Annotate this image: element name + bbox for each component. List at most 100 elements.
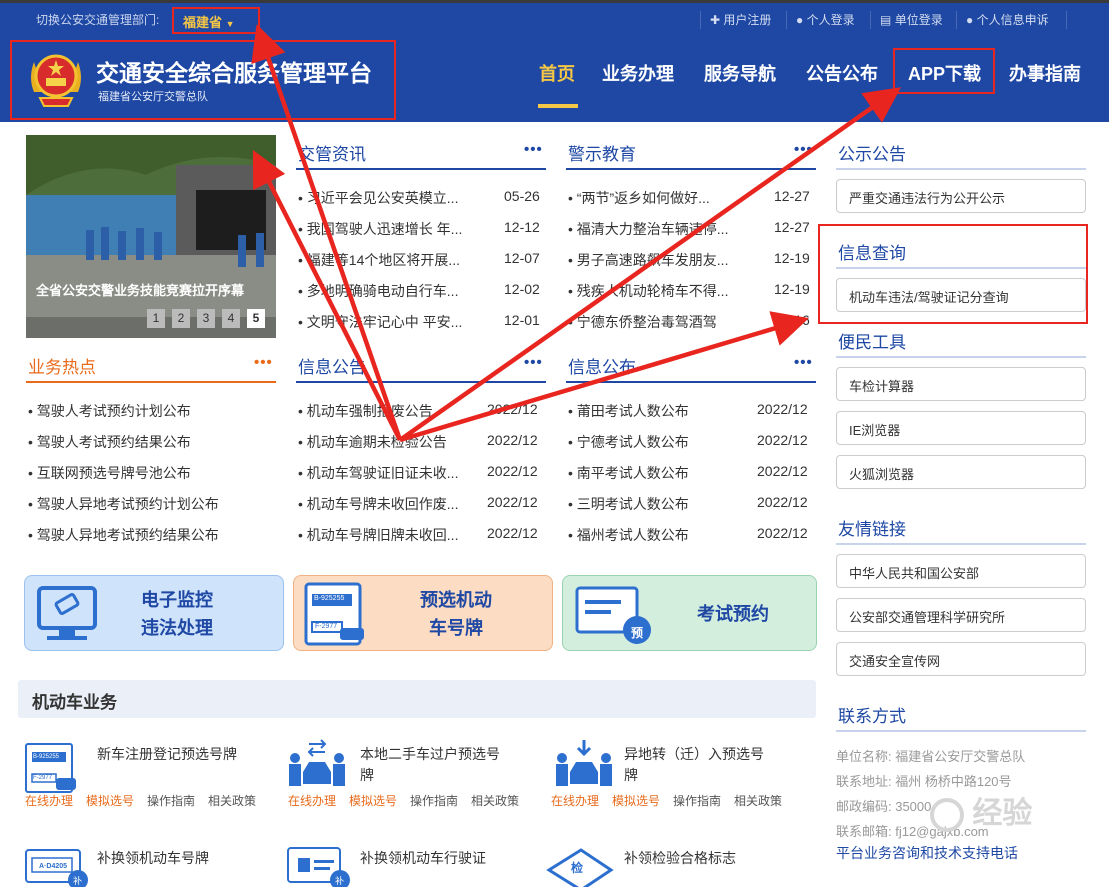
province-value: 福建省 — [183, 15, 223, 30]
ie-browser-link[interactable]: IE浏览器 — [836, 411, 1086, 445]
list-item[interactable]: • 残疾人机动轮椅车不得... — [568, 281, 728, 301]
service-title[interactable]: 异地转（迁）入预选号牌 — [624, 744, 774, 786]
list-item[interactable]: • 男子高速路飙车发朋友... — [568, 250, 728, 270]
publish-item-date: 2022/12 — [757, 463, 808, 479]
list-item[interactable]: • 驾驶人异地考试预约结果公布 — [28, 525, 219, 545]
list-item[interactable]: • 驾驶人考试预约结果公布 — [28, 432, 191, 452]
hot-item-title: 驾驶人考试预约计划公布 — [36, 403, 191, 419]
car-transfer-icon — [289, 739, 345, 786]
nav-service-guide[interactable]: 服务导航 — [704, 60, 776, 86]
service-title[interactable]: 补换领机动车行驶证 — [360, 848, 520, 869]
top-bar: 切换公安交通管理部门: 福建省 ▼ ✚ 用户注册 ● 个人登录 ▤ 单位登录 ●… — [0, 0, 1109, 36]
simulate-select-link[interactable]: 模拟选号 — [612, 792, 660, 809]
appeal-link[interactable]: ● 个人信息申诉 — [966, 11, 1049, 28]
guide-link[interactable]: 操作指南 — [147, 792, 195, 809]
register-link[interactable]: ✚ 用户注册 — [710, 11, 771, 28]
list-item[interactable]: • 福建等14个地区将开展... — [298, 250, 460, 270]
list-item[interactable]: • “两节”返乡如何做好... — [568, 188, 710, 208]
list-item[interactable]: • 福清大力整治车辆违停... — [568, 219, 728, 239]
online-handle-link[interactable]: 在线办理 — [551, 792, 599, 809]
list-item[interactable]: • 文明守法牢记心中 平安... — [298, 312, 462, 332]
policy-link[interactable]: 相关政策 — [471, 792, 519, 809]
simulate-select-link[interactable]: 模拟选号 — [86, 792, 134, 809]
info-item-title: 机动车号牌旧牌未收回... — [306, 527, 459, 543]
carousel-page-4[interactable]: 4 — [222, 309, 240, 328]
user-icon: ● — [796, 13, 804, 27]
news-carousel[interactable]: 全省公安交警业务技能竞赛拉开序幕 1 2 3 4 5 — [26, 135, 276, 338]
list-item[interactable]: • 机动车号牌未收回作废... — [298, 494, 458, 514]
notice-link[interactable]: 严重交通违法行为公开公示 — [836, 179, 1086, 213]
service-title[interactable]: 新车注册登记预选号牌 — [97, 744, 247, 765]
firefox-browser-link[interactable]: 火狐浏览器 — [836, 455, 1086, 489]
publish-item-title: 南平考试人数公布 — [576, 465, 689, 481]
list-item[interactable]: • 习近平会见公安英模立... — [298, 188, 458, 208]
site-title: 交通安全综合服务管理平台 — [96, 60, 372, 86]
list-item[interactable]: • 南平考试人数公布 — [568, 463, 689, 483]
simulate-select-link[interactable]: 模拟选号 — [349, 792, 397, 809]
info-more-icon[interactable]: ••• — [524, 354, 543, 371]
plate-preselect-tile[interactable]: B-925255 F-2977 预选机动 车号牌 — [293, 575, 553, 651]
list-item[interactable]: • 宁德东侨整治毒驾酒驾 — [568, 312, 717, 332]
list-item[interactable]: • 互联网预选号牌号池公布 — [28, 463, 191, 483]
news-more-icon[interactable]: ••• — [524, 141, 543, 158]
personal-login-link[interactable]: ● 个人登录 — [796, 11, 855, 28]
guide-link[interactable]: 操作指南 — [673, 792, 721, 809]
list-item[interactable]: • 驾驶人考试预约计划公布 — [28, 401, 191, 421]
list-item[interactable]: • 机动车驾驶证旧证未收... — [298, 463, 458, 483]
warning-item-title: 男子高速路飙车发朋友... — [576, 252, 729, 268]
policy-link[interactable]: 相关政策 — [734, 792, 782, 809]
license-plate-icon — [304, 582, 364, 646]
list-item[interactable]: • 福州考试人数公布 — [568, 525, 689, 545]
list-item[interactable]: • 三明考试人数公布 — [568, 494, 689, 514]
caret-down-icon: ▼ — [225, 19, 235, 29]
research-institute-link[interactable]: 公安部交通管理科学研究所 — [836, 598, 1086, 632]
brand-highlight[interactable]: 交通安全综合服务管理平台 福建省公安厅交警总队 — [10, 40, 396, 120]
service-title[interactable]: 本地二手车过户预选号牌 — [360, 744, 510, 786]
list-item[interactable]: • 莆田考试人数公布 — [568, 401, 689, 421]
service-title[interactable]: 补换领机动车号牌 — [97, 848, 257, 869]
online-handle-link[interactable]: 在线办理 — [288, 792, 336, 809]
hot-underline — [26, 381, 276, 383]
carousel-page-1[interactable]: 1 — [147, 309, 165, 328]
links-title: 友情链接 — [838, 520, 906, 539]
inspection-calculator-link[interactable]: 车检计算器 — [836, 367, 1086, 401]
online-handle-link[interactable]: 在线办理 — [25, 792, 73, 809]
list-item[interactable]: • 多地明确骑电动自行车... — [298, 281, 458, 301]
carousel-page-2[interactable]: 2 — [172, 309, 190, 328]
nav-business[interactable]: 业务办理 — [602, 60, 674, 86]
query-underline — [836, 267, 1086, 269]
list-item[interactable]: • 机动车逾期未检验公告 — [298, 432, 447, 452]
list-item[interactable]: • 宁德考试人数公布 — [568, 432, 689, 452]
service-title[interactable]: 补领检验合格标志 — [624, 848, 784, 869]
carousel-caption: 全省公安交警业务技能竞赛拉开序幕 — [36, 283, 245, 298]
publish-title: 信息公布 — [568, 358, 636, 377]
hot-title: 业务热点 — [28, 358, 96, 377]
contact-support-link[interactable]: 平台业务咨询和技术支持电话 — [836, 843, 1018, 863]
list-item[interactable]: • 机动车强制报废公告 — [298, 401, 433, 421]
list-item[interactable]: • 驾驶人异地考试预约计划公布 — [28, 494, 219, 514]
list-item[interactable]: • 机动车号牌旧牌未收回... — [298, 525, 458, 545]
unit-login-link[interactable]: ▤ 单位登录 — [880, 11, 943, 28]
nav-home[interactable]: 首页 — [539, 60, 575, 86]
warning-item-title: “两节”返乡如何做好... — [576, 190, 710, 206]
safety-promo-link[interactable]: 交通安全宣传网 — [836, 642, 1086, 676]
list-item[interactable]: • 我国驾驶人迅速增长 年... — [298, 219, 462, 239]
violation-query-link[interactable]: 机动车违法/驾驶证记分查询 — [836, 278, 1086, 312]
e-monitor-tile[interactable]: 电子监控 违法处理 — [24, 575, 284, 651]
license-plate-icon — [25, 743, 76, 793]
province-selector[interactable]: 福建省 ▼ — [172, 7, 260, 34]
warning-more-icon[interactable]: ••• — [794, 141, 813, 158]
publish-item-date: 2022/12 — [757, 525, 808, 541]
hot-more-icon[interactable]: ••• — [254, 354, 273, 371]
exam-booking-tile[interactable]: 预 考试预约 — [562, 575, 817, 651]
nav-announcements[interactable]: 公告公布 — [806, 60, 878, 86]
mps-link[interactable]: 中华人民共和国公安部 — [836, 554, 1086, 588]
carousel-page-5[interactable]: 5 — [247, 309, 265, 328]
unit-login-label: 单位登录 — [894, 13, 943, 27]
publish-more-icon[interactable]: ••• — [794, 354, 813, 371]
policy-link[interactable]: 相关政策 — [208, 792, 256, 809]
nav-guide[interactable]: 办事指南 — [1009, 60, 1081, 86]
guide-link[interactable]: 操作指南 — [410, 792, 458, 809]
carousel-page-3[interactable]: 3 — [197, 309, 215, 328]
nav-app-download[interactable]: APP下载 — [908, 60, 981, 86]
